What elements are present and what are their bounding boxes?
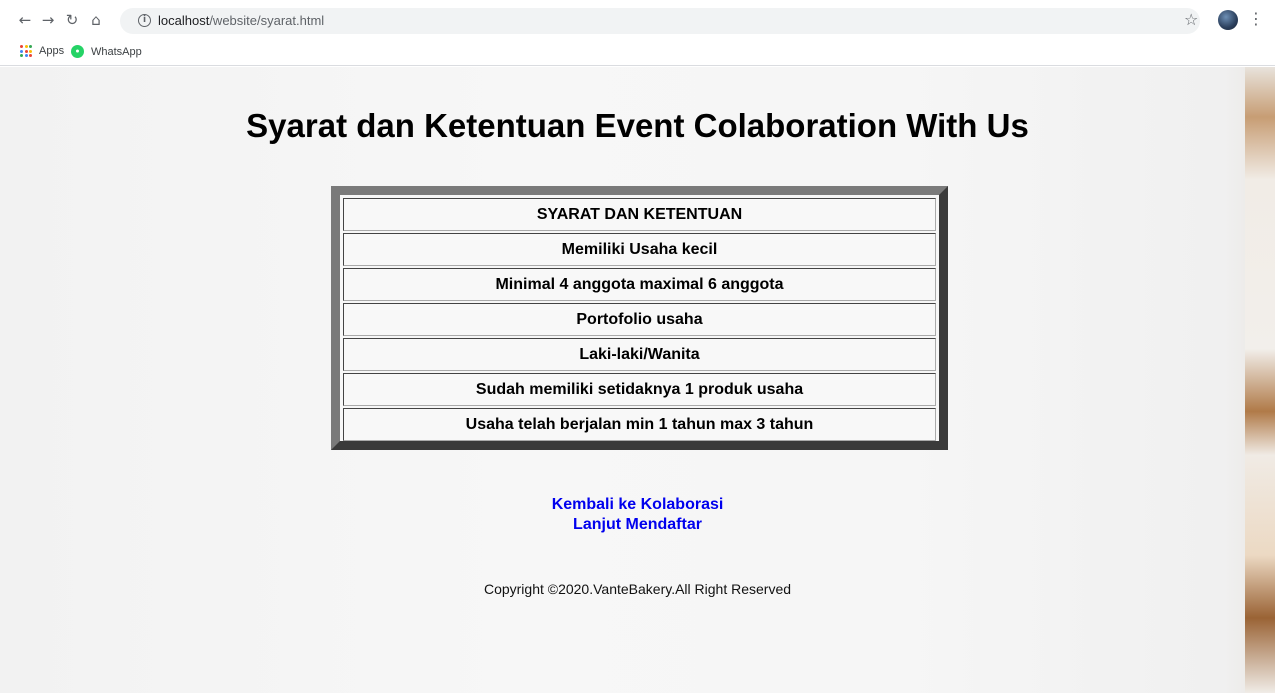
table-row: Laki-laki/Wanita [343, 338, 936, 371]
address-bar[interactable]: i localhost/website/syarat.html [120, 8, 1200, 34]
table-cell: Usaha telah berjalan min 1 tahun max 3 t… [343, 408, 936, 441]
bookmarks-bar: Apps ● WhatsApp [0, 40, 1275, 66]
table-row: Portofolio usaha [343, 303, 936, 336]
bookmark-whatsapp-label: WhatsApp [91, 45, 142, 58]
table-cell: Memiliki Usaha kecil [343, 233, 936, 266]
table-row: Sudah memiliki setidaknya 1 produk usaha [343, 373, 936, 406]
info-icon[interactable]: i [138, 14, 151, 27]
whatsapp-icon: ● [71, 45, 84, 58]
page-title: Syarat dan Ketentuan Event Colaboration … [246, 107, 1029, 144]
bookmark-apps-label: Apps [39, 45, 65, 57]
navigation-links: Kembali ke Kolaborasi Lanjut Mendaftar [0, 495, 1275, 535]
home-icon[interactable]: ⌂ [87, 11, 105, 29]
profile-avatar[interactable] [1218, 10, 1238, 30]
table-cell: Laki-laki/Wanita [343, 338, 936, 371]
copyright-text: Copyright ©2020.VanteBakery.All Right Re… [483, 581, 792, 597]
reload-icon[interactable]: ↻ [63, 11, 81, 29]
table-row: Memiliki Usaha kecil [343, 233, 936, 266]
apps-grid-icon [20, 45, 32, 57]
url-text[interactable]: localhost/website/syarat.html [158, 13, 324, 28]
continue-register-link[interactable]: Lanjut Mendaftar [0, 515, 1275, 535]
forward-icon[interactable]: → [39, 11, 57, 29]
browser-toolbar: ← → ↻ ⌂ i localhost/website/syarat.html … [0, 0, 1275, 40]
menu-dots-icon[interactable]: ⋮ [1248, 9, 1264, 28]
table-row: Usaha telah berjalan min 1 tahun max 3 t… [343, 408, 936, 441]
table-row: SYARAT DAN KETENTUAN [343, 198, 936, 231]
bookmark-apps[interactable]: Apps [20, 45, 64, 57]
back-to-collaboration-link[interactable]: Kembali ke Kolaborasi [0, 495, 1275, 515]
terms-table: SYARAT DAN KETENTUAN Memiliki Usaha kecil… [331, 186, 948, 450]
bookmark-star-icon[interactable]: ☆ [1184, 10, 1198, 29]
table-row: Minimal 4 anggota maximal 6 anggota [343, 268, 936, 301]
url-path: /website/syarat.html [209, 13, 325, 28]
page-content: Syarat dan Ketentuan Event Colaboration … [0, 67, 1275, 693]
table-cell: Portofolio usaha [343, 303, 936, 336]
background-decoration [1245, 67, 1275, 693]
url-host: localhost [158, 13, 210, 28]
table-header-cell: SYARAT DAN KETENTUAN [343, 198, 936, 231]
table-cell: Minimal 4 anggota maximal 6 anggota [343, 268, 936, 301]
back-icon[interactable]: ← [16, 11, 34, 29]
table-cell: Sudah memiliki setidaknya 1 produk usaha [343, 373, 936, 406]
bookmark-whatsapp[interactable]: ● WhatsApp [71, 45, 142, 58]
